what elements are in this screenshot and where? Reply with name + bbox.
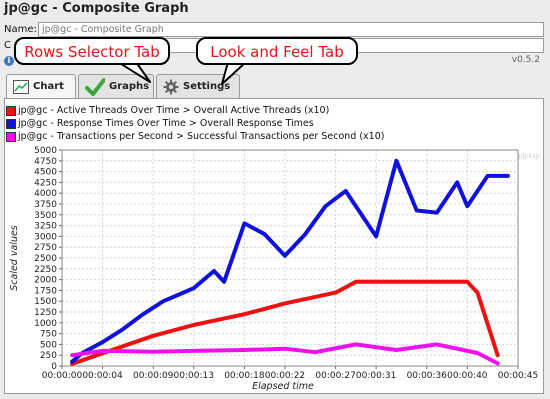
y-tick-label: 750: [40, 330, 57, 340]
y-tick-label: 250: [40, 351, 57, 361]
x-tick-label: 00:00:09: [133, 371, 174, 381]
x-tick-label: 00:00:04: [82, 371, 123, 381]
y-tick-label: 4000: [34, 189, 57, 199]
y-tick-label: 1250: [34, 308, 57, 318]
y-tick-label: 4500: [34, 168, 57, 178]
x-axis-label: Elapsed time: [252, 381, 314, 392]
x-tick-label: 00:00:40: [447, 371, 488, 381]
y-tick-label: 1500: [34, 297, 57, 307]
x-tick-label: 00:00:45: [498, 371, 538, 381]
y-tick-label: 4750: [34, 157, 57, 167]
x-tick-label: 00:00:27: [315, 371, 355, 381]
y-tick-label: 2750: [34, 243, 57, 253]
y-tick-label: 2250: [34, 265, 57, 275]
x-tick-label: 00:00:00: [42, 371, 83, 381]
y-tick-label: 3250: [34, 222, 57, 232]
x-tick-label: 00:00:18: [224, 371, 265, 381]
plot-area: 0250500750100012501500175020002250250027…: [34, 146, 538, 381]
y-axis-label: Scaled values: [9, 225, 20, 291]
x-tick-label: 00:00:13: [174, 371, 214, 381]
y-tick-label: 3500: [34, 211, 57, 221]
y-tick-label: 1750: [34, 286, 57, 296]
x-tick-label: 00:00:31: [356, 371, 396, 381]
y-tick-label: 500: [40, 340, 57, 350]
x-tick-label: 00:00:22: [265, 371, 305, 381]
y-tick-label: 2500: [34, 254, 57, 264]
y-tick-label: 1000: [34, 319, 57, 329]
y-tick-label: 3750: [34, 200, 57, 210]
y-tick-label: 5000: [34, 146, 57, 156]
y-tick-label: 4250: [34, 178, 57, 188]
y-tick-label: 2000: [34, 276, 57, 286]
y-tick-label: 3000: [34, 232, 57, 242]
line-chart: http://apx.kg/jp4/gc 0250500750100012501…: [9, 146, 541, 392]
x-tick-label: 00:00:36: [407, 371, 448, 381]
